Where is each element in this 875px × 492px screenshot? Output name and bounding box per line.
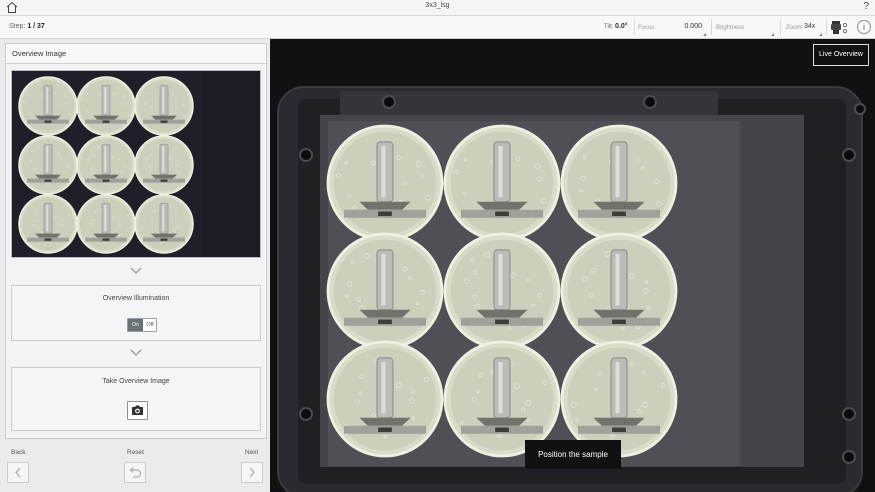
- toolbar: Step: 1 / 37 Tilt: 0.0° Focus 0.000 Brig…: [0, 16, 875, 39]
- thumbnail-dish-grid: [18, 76, 194, 254]
- tilt-readout: Tilt: 0.0°: [604, 19, 632, 37]
- chevron-down-icon: [130, 267, 142, 275]
- sample-dish: [560, 124, 678, 242]
- sample-dish: [18, 76, 78, 136]
- sample-dish: [76, 76, 136, 136]
- sample-dish: [134, 135, 194, 195]
- instruction-toast: Position the sample: [525, 440, 621, 469]
- take-overview-image-card: Take Overview Image: [11, 367, 261, 431]
- sample-dish: [443, 232, 561, 350]
- focus-dropdown-indicator: [703, 33, 706, 36]
- take-image-button[interactable]: [127, 401, 148, 420]
- back-button[interactable]: [7, 462, 29, 483]
- take-overview-image-title: Take Overview Image: [102, 378, 170, 385]
- illumination-toggle[interactable]: On Off: [127, 318, 157, 332]
- left-panel: Overview Image Overview Illumination On …: [5, 43, 267, 439]
- focus-control[interactable]: Focus 0.000: [636, 19, 708, 37]
- title-bar: 3x3_lsg ?: [0, 0, 875, 16]
- brightness-label: Brightness: [716, 25, 745, 31]
- chevron-right-icon: [249, 467, 255, 478]
- sample-dish: [18, 194, 78, 254]
- next-button[interactable]: [241, 462, 263, 483]
- zoom-label: Zoom:: [786, 25, 804, 31]
- sample-dish: [134, 76, 194, 136]
- overview-illumination-card: Overview Illumination On Off: [11, 285, 261, 341]
- tilt-value: 0.0°: [615, 23, 628, 30]
- sample-dish: [560, 232, 678, 350]
- brightness-dropdown-indicator: [771, 33, 774, 36]
- reset-label: Reset: [127, 449, 144, 456]
- overview-image[interactable]: [11, 70, 261, 258]
- sample-dish: [560, 340, 678, 458]
- undo-icon: [129, 467, 142, 478]
- zoom-dropdown-indicator: [819, 33, 822, 36]
- toolbar-divider: [780, 19, 781, 35]
- sample-dish: [76, 135, 136, 195]
- window-title: 3x3_lsg: [425, 2, 450, 9]
- zoom-control[interactable]: Zoom: 34x: [784, 19, 824, 37]
- camera-icon: [132, 405, 143, 415]
- help-button[interactable]: ?: [863, 1, 869, 12]
- sample-dish: [326, 232, 444, 350]
- live-camera-image: [270, 39, 875, 492]
- toolbar-divider: [634, 19, 635, 35]
- sample-dish: [443, 340, 561, 458]
- brightness-control[interactable]: Brightness: [714, 19, 776, 37]
- panel-header: Overview Image: [6, 44, 266, 64]
- sample-dish: [76, 194, 136, 254]
- back-label: Back: [11, 449, 26, 456]
- tilt-label: Tilt:: [604, 24, 614, 30]
- sample-dish: [134, 194, 194, 254]
- focus-label: Focus: [638, 25, 655, 31]
- step-value: 1 / 37: [27, 23, 45, 30]
- overview-illumination-title: Overview Illumination: [102, 295, 170, 302]
- sample-dish: [443, 124, 561, 242]
- step-indicator: Step: 1 / 37: [9, 23, 45, 30]
- toggle-on[interactable]: On: [128, 319, 143, 331]
- info-icon[interactable]: i: [857, 20, 871, 34]
- step-label: Step:: [9, 23, 26, 30]
- overview-image-graphic: [12, 71, 260, 257]
- objective-icon[interactable]: [829, 19, 849, 37]
- focus-value: 0.000: [684, 23, 702, 30]
- chevron-left-icon: [15, 467, 21, 478]
- live-overview-button[interactable]: Live Overview: [813, 44, 869, 66]
- toolbar-divider: [711, 19, 712, 35]
- chevron-down-icon: [130, 349, 142, 357]
- reset-button[interactable]: [124, 462, 146, 483]
- live-view[interactable]: Live Overview Position the sample: [270, 39, 875, 492]
- live-dish-grid: [326, 124, 678, 458]
- toolbar-divider: [826, 19, 827, 35]
- next-label: Next: [245, 449, 259, 456]
- sample-dish: [326, 340, 444, 458]
- sample-dish: [326, 124, 444, 242]
- toggle-off[interactable]: Off: [143, 319, 157, 331]
- sample-dish: [18, 135, 78, 195]
- zoom-value: 34x: [804, 23, 816, 30]
